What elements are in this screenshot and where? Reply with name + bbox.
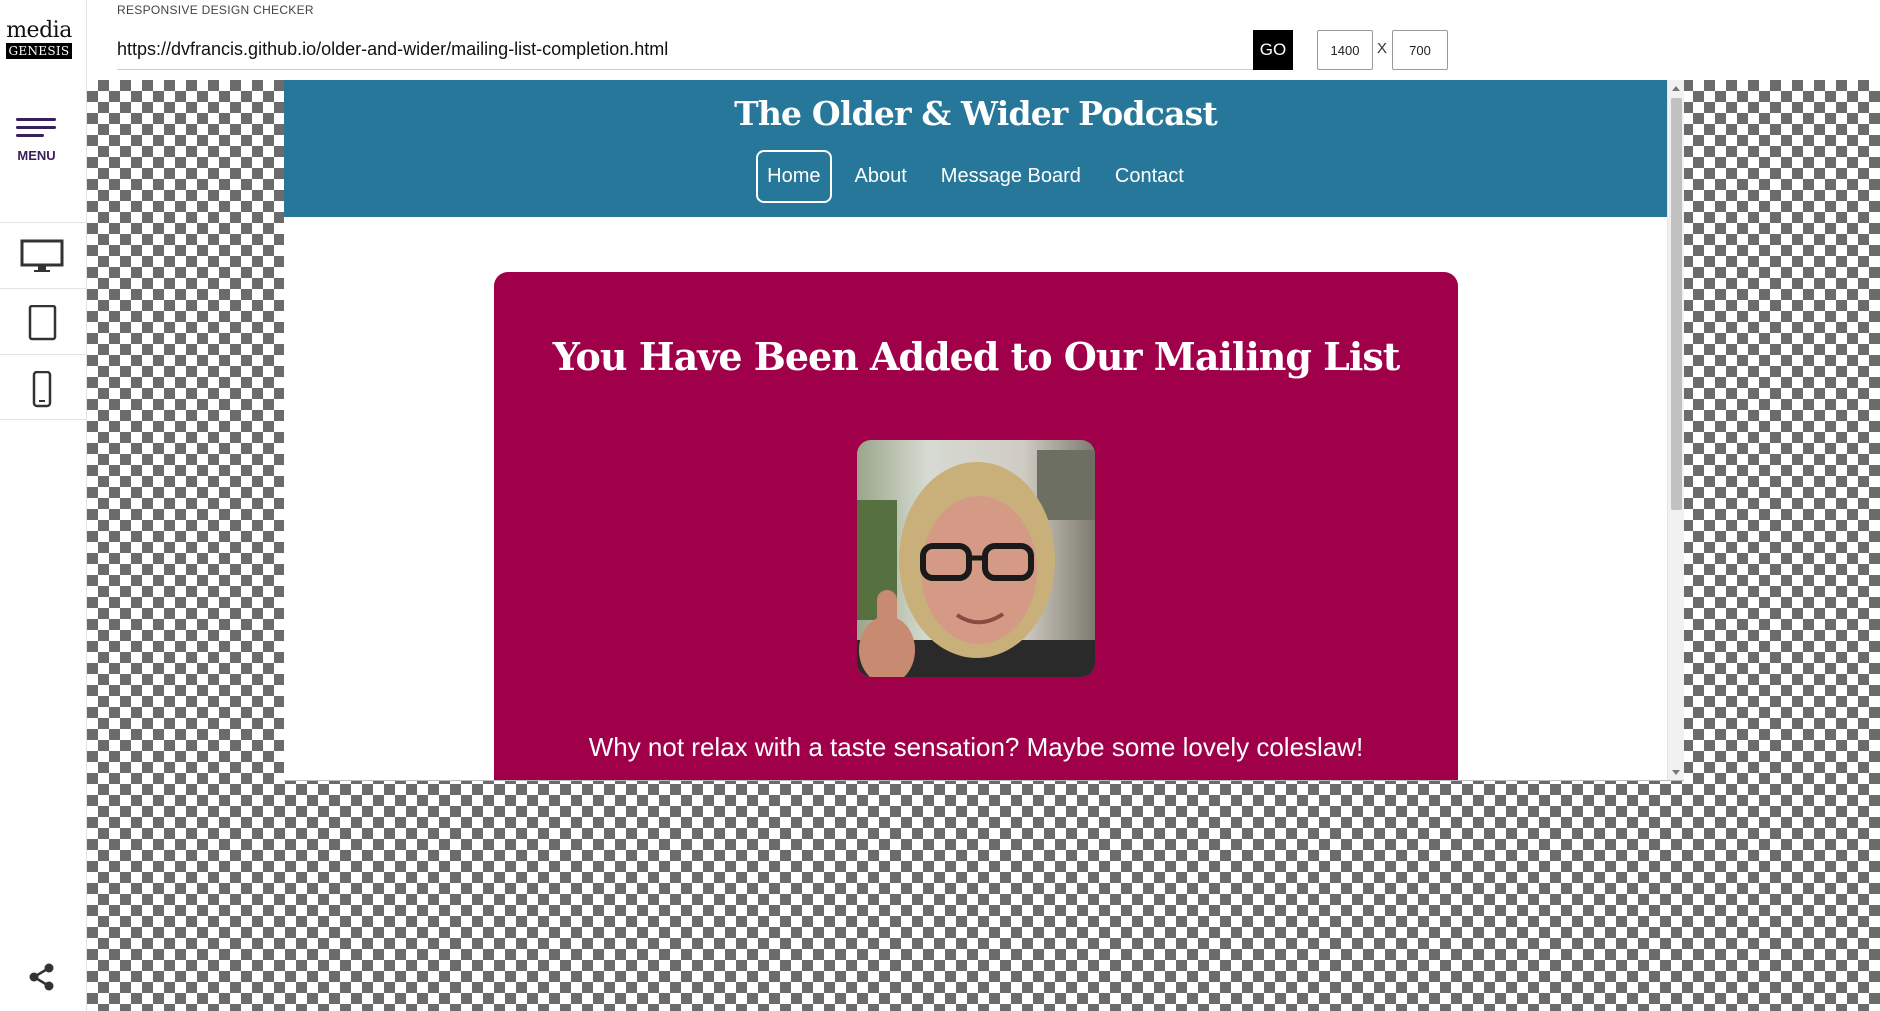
- preview-scrollbar[interactable]: [1667, 80, 1684, 780]
- logo-text-top: media: [6, 18, 72, 43]
- dimension-separator: X: [1377, 40, 1388, 57]
- site-title: The Older & Wider Podcast: [734, 94, 1218, 133]
- app-title: RESPONSIVE DESIGN CHECKER: [117, 3, 314, 17]
- device-tablet-button[interactable]: [0, 288, 87, 354]
- tablet-icon: [28, 305, 57, 341]
- device-list: [0, 222, 87, 420]
- go-button[interactable]: GO: [1253, 30, 1293, 70]
- nav-home[interactable]: Home: [756, 150, 832, 203]
- width-input[interactable]: [1317, 30, 1373, 70]
- toolbar: RESPONSIVE DESIGN CHECKER GO X: [87, 0, 1880, 80]
- nav-message-board[interactable]: Message Board: [930, 150, 1092, 203]
- site-nav: Home About Message Board Contact: [284, 150, 1667, 203]
- card-message: Why not relax with a taste sensation? Ma…: [588, 732, 1364, 762]
- media-genesis-logo[interactable]: media GENESIS: [5, 20, 73, 60]
- card-heading: You Have Been Added to Our Mailing List: [552, 334, 1401, 379]
- host-photo: [857, 440, 1095, 677]
- logo-text-bottom: GENESIS: [5, 43, 73, 59]
- desktop-icon: [20, 239, 64, 272]
- scroll-thumb[interactable]: [1671, 98, 1682, 510]
- preview-stage: The Older & Wider Podcast Home About Mes…: [87, 80, 1880, 1011]
- device-desktop-button[interactable]: [0, 222, 87, 288]
- confirmation-card: You Have Been Added to Our Mailing List: [494, 272, 1458, 780]
- sidebar: media GENESIS MENU: [0, 0, 87, 1011]
- menu-button[interactable]: MENU: [0, 110, 87, 170]
- preview-frame[interactable]: The Older & Wider Podcast Home About Mes…: [284, 80, 1684, 781]
- url-input[interactable]: [117, 30, 1253, 70]
- device-phone-button[interactable]: [0, 354, 87, 420]
- nav-about[interactable]: About: [844, 150, 918, 203]
- height-input[interactable]: [1392, 30, 1448, 70]
- share-icon: [29, 963, 54, 991]
- share-button[interactable]: [27, 962, 57, 992]
- phone-icon: [32, 371, 52, 408]
- menu-label: MENU: [17, 148, 56, 163]
- hamburger-icon: [16, 118, 58, 138]
- nav-contact[interactable]: Contact: [1104, 150, 1195, 203]
- scroll-down-icon[interactable]: [1672, 770, 1680, 775]
- scroll-up-icon[interactable]: [1672, 86, 1680, 91]
- site-header: The Older & Wider Podcast Home About Mes…: [284, 80, 1667, 217]
